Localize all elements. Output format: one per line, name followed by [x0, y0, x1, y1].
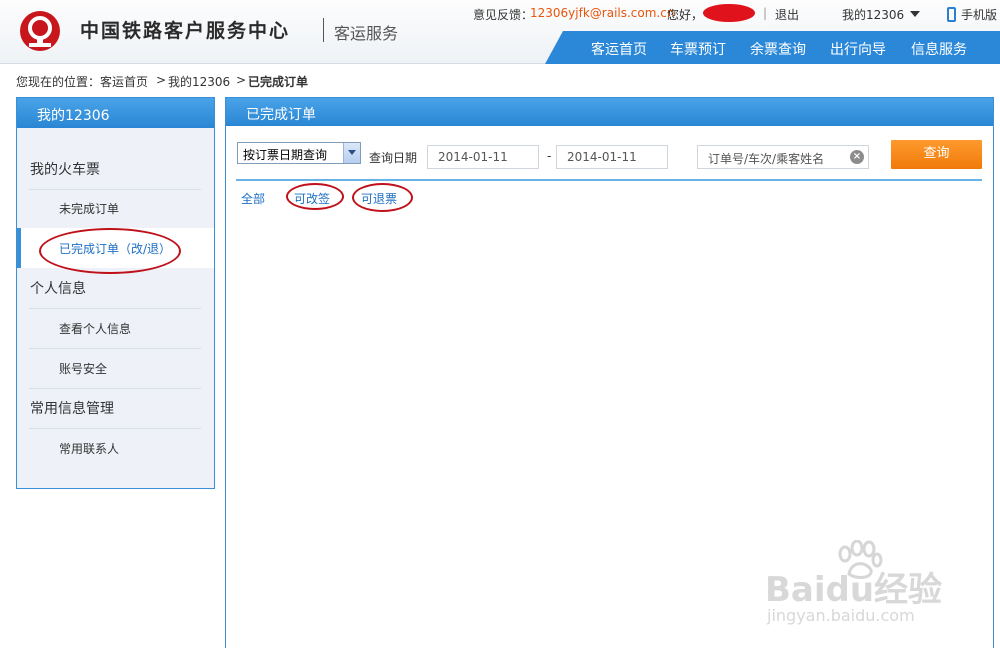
date-from-input[interactable]: 2014-01-11: [427, 145, 539, 169]
redacted-username: [703, 4, 755, 22]
breadcrumb-home-link[interactable]: 客运首页: [100, 73, 148, 90]
annotation-circle: [39, 228, 181, 274]
date-to-input[interactable]: 2014-01-11: [556, 145, 668, 169]
nav-item-booking[interactable]: 车票预订: [670, 39, 726, 59]
sidebar-group-common-info: 常用信息管理: [30, 401, 114, 417]
panel-divider: [236, 179, 982, 181]
top-links: 意见反馈： 12306yjfk@rails.com.cn 您好， | 退出 我的…: [0, 4, 1000, 24]
chevron-down-icon[interactable]: [910, 11, 920, 17]
sidebar-item-uncompleted-orders[interactable]: 未完成订单: [59, 200, 119, 217]
main-nav: 客运首页 车票预订 余票查询 出行向导 信息服务: [545, 31, 1000, 64]
order-search-input[interactable]: 订单号/车次/乘客姓名 ×: [697, 145, 869, 169]
link-separator: |: [763, 6, 768, 20]
query-button[interactable]: 查询: [891, 140, 982, 169]
sidebar-title: 我的12306: [17, 98, 214, 128]
baidu-watermark: Baidu经验 jingyan.baidu.com: [765, 540, 995, 630]
watermark-brand: Baidu经验: [765, 570, 943, 610]
feedback-label: 意见反馈：: [473, 8, 534, 22]
sidebar-item-view-profile[interactable]: 查看个人信息: [59, 320, 131, 337]
breadcrumb-separator: >: [236, 73, 247, 87]
mobile-phone-icon[interactable]: [947, 7, 956, 22]
annotation-circle: [286, 183, 344, 210]
panel-title: 已完成订单: [226, 98, 993, 126]
breadcrumb-separator: >: [156, 73, 167, 87]
sidebar-divider: [29, 428, 201, 429]
date-separator: -: [547, 149, 552, 163]
date-label: 查询日期: [369, 151, 418, 165]
sidebar-item-contacts[interactable]: 常用联系人: [59, 440, 119, 457]
sidebar: 我的12306 我的火车票 未完成订单 已完成订单（改/退） 个人信息 查看个人…: [16, 97, 215, 489]
sidebar-divider: [29, 308, 201, 309]
search-placeholder: 订单号/车次/乘客姓名: [708, 152, 825, 166]
sidebar-group-personal-info: 个人信息: [30, 281, 86, 297]
logout-link[interactable]: 退出: [775, 6, 799, 23]
sidebar-divider: [29, 189, 201, 190]
sidebar-divider: [29, 388, 201, 389]
breadcrumb-my12306-link[interactable]: 我的12306: [168, 73, 230, 90]
sidebar-divider: [29, 348, 201, 349]
nav-item-info-service[interactable]: 信息服务: [911, 39, 967, 59]
breadcrumb-prefix: 您现在的位置：: [16, 75, 101, 89]
sidebar-item-account-security[interactable]: 账号安全: [59, 360, 107, 377]
site-header: 中国铁路客户服务中心 客运服务 意见反馈： 12306yjfk@rails.co…: [0, 0, 1000, 64]
greeting-text: 您好，: [667, 8, 704, 22]
tab-all[interactable]: 全部: [241, 190, 265, 207]
my-account-menu[interactable]: 我的12306: [842, 6, 904, 23]
sidebar-group-my-tickets: 我的火车票: [30, 162, 100, 178]
nav-item-remaining-tickets[interactable]: 余票查询: [750, 39, 806, 59]
chevron-down-icon[interactable]: [343, 143, 360, 163]
watermark-url: jingyan.baidu.com: [767, 606, 915, 625]
query-type-select[interactable]: 按订票日期查询: [237, 142, 361, 164]
nav-item-travel-guide[interactable]: 出行向导: [830, 39, 886, 59]
breadcrumb-current: 已完成订单: [248, 75, 309, 89]
query-type-value: 按订票日期查询: [243, 148, 328, 162]
nav-item-home[interactable]: 客运首页: [591, 39, 647, 59]
feedback-email-link[interactable]: 12306yjfk@rails.com.cn: [530, 6, 674, 20]
annotation-circle: [352, 183, 413, 212]
clear-icon[interactable]: ×: [850, 150, 864, 164]
mobile-version-link[interactable]: 手机版: [961, 6, 997, 23]
